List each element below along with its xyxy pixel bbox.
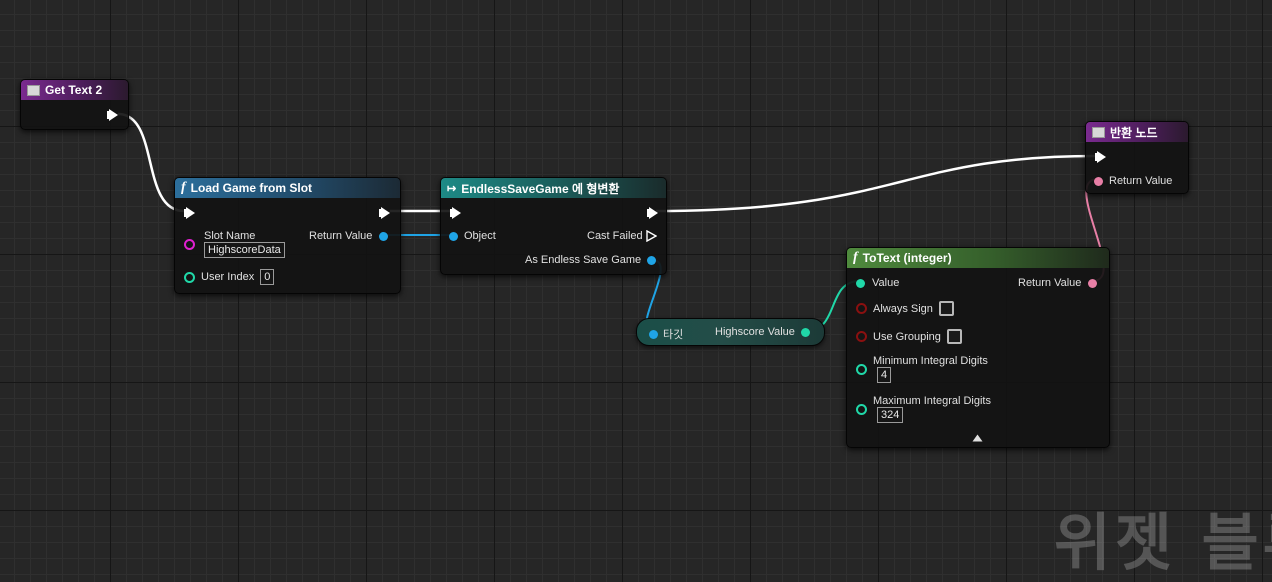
cast-failed-exec-pin[interactable] [645,230,657,242]
cast-failed-label: Cast Failed [587,230,643,242]
value-row: Value [856,277,899,289]
int-pin[interactable] [856,404,867,415]
string-pin[interactable] [184,238,195,250]
use-grouping-row: Use Grouping [856,329,962,344]
object-label: Object [464,230,496,242]
as-output-row: As Endless Save Game [525,254,657,266]
highscore-label: Highscore Value [715,326,795,338]
exec-out-pin[interactable] [379,207,390,219]
exec-in-row [450,207,461,219]
min-digits-label: Minimum Integral Digits [873,355,988,367]
collapse-arrow-icon[interactable] [972,434,983,442]
node-load-game[interactable]: f Load Game from Slot Slot Name Highscor… [174,177,401,294]
node-title: Get Text 2 [45,83,103,97]
node-title: Load Game from Slot [190,181,313,195]
collapse-row [972,434,983,442]
max-digits-label: Maximum Integral Digits [873,395,991,407]
int-out-pin[interactable] [800,327,810,337]
always-sign-label: Always Sign [873,302,933,315]
always-sign-checkbox[interactable] [938,301,954,316]
exec-out-row [379,207,390,219]
exec-in-row [1095,151,1106,163]
target-pin[interactable] [649,329,658,339]
node-title: ToText (integer) [862,251,952,265]
always-sign-row: Always Sign [856,301,954,316]
user-index-input[interactable]: 0 [260,269,275,285]
cast-failed-row: Cast Failed [587,230,657,242]
node-header: ↦ EndlessSaveGame 에 형변환 [441,178,666,198]
slot-name-input[interactable]: HighscoreData [204,242,285,258]
node-header: f Load Game from Slot [175,178,400,198]
exec-in-pin[interactable] [450,207,461,219]
object-in-row: Object [449,230,496,242]
slot-name-row: Slot Name HighscoreData [184,230,285,258]
exec-wire-cast-to-return [655,154,1097,213]
user-index-row: User Index 0 [184,269,275,285]
value-label: Value [872,277,900,289]
return-value-label: Return Value [1018,277,1082,289]
node-header: f ToText (integer) [847,248,1109,268]
text-in-pin[interactable] [1094,176,1103,186]
exec-in-pin[interactable] [184,207,195,219]
object-in-pin[interactable] [449,231,458,241]
node-return[interactable]: 반환 노드 Return Value [1085,121,1189,194]
as-output-label: As Endless Save Game [525,254,642,266]
return-node-icon [1092,126,1105,138]
int-in-pin[interactable] [856,278,865,288]
int-pin[interactable] [856,364,867,375]
object-out-pin[interactable] [647,255,657,265]
target-label: 타깃 [663,329,684,341]
exec-out-row [647,207,658,219]
node-get-text[interactable]: Get Text 2 [20,79,129,130]
use-grouping-label: Use Grouping [873,330,941,343]
bool-pin[interactable] [856,331,867,342]
return-value-label: Return Value [309,230,373,242]
target-row: 타깃 [649,326,683,342]
exec-in-pin[interactable] [1095,151,1106,163]
user-index-label: User Index [201,271,255,283]
node-title: EndlessSaveGame 에 형변환 [461,181,620,196]
exec-in-row [184,207,195,219]
text-out-pin[interactable] [1088,278,1098,288]
exec-out-pin[interactable] [107,109,118,121]
use-grouping-checkbox[interactable] [946,329,962,344]
node-highscore-getter[interactable]: 타깃 Highscore Value [636,318,825,346]
object-out-pin[interactable] [379,231,389,241]
function-entry-icon [27,84,40,96]
return-value-row: Return Value [1018,277,1098,289]
return-value-label: Return Value [1109,175,1173,187]
node-header: 반환 노드 [1086,122,1188,142]
max-digits-input[interactable]: 324 [877,407,904,423]
bool-pin[interactable] [856,303,867,314]
max-digits-row: Maximum Integral Digits 324 [856,395,991,423]
int-pin[interactable] [184,271,195,283]
exec-out-row [107,109,118,121]
function-icon: f [853,250,858,265]
node-title: 반환 노드 [1110,125,1158,140]
min-digits-input[interactable]: 4 [877,367,892,383]
exec-out-pin[interactable] [647,207,658,219]
highscore-out-row: Highscore Value [715,326,810,338]
function-icon: f [181,180,186,195]
slot-name-label: Slot Name [204,230,256,242]
node-cast[interactable]: ↦ EndlessSaveGame 에 형변환 Object Cast Fail… [440,177,667,275]
node-to-text[interactable]: f ToText (integer) Value Return Value Al… [846,247,1110,448]
node-header: Get Text 2 [21,80,128,100]
return-value-row: Return Value [309,230,389,242]
cast-icon: ↦ [447,182,457,195]
return-value-row: Return Value [1094,175,1172,187]
watermark-text: 위젯 블루 [1054,506,1272,579]
min-digits-row: Minimum Integral Digits 4 [856,355,988,383]
